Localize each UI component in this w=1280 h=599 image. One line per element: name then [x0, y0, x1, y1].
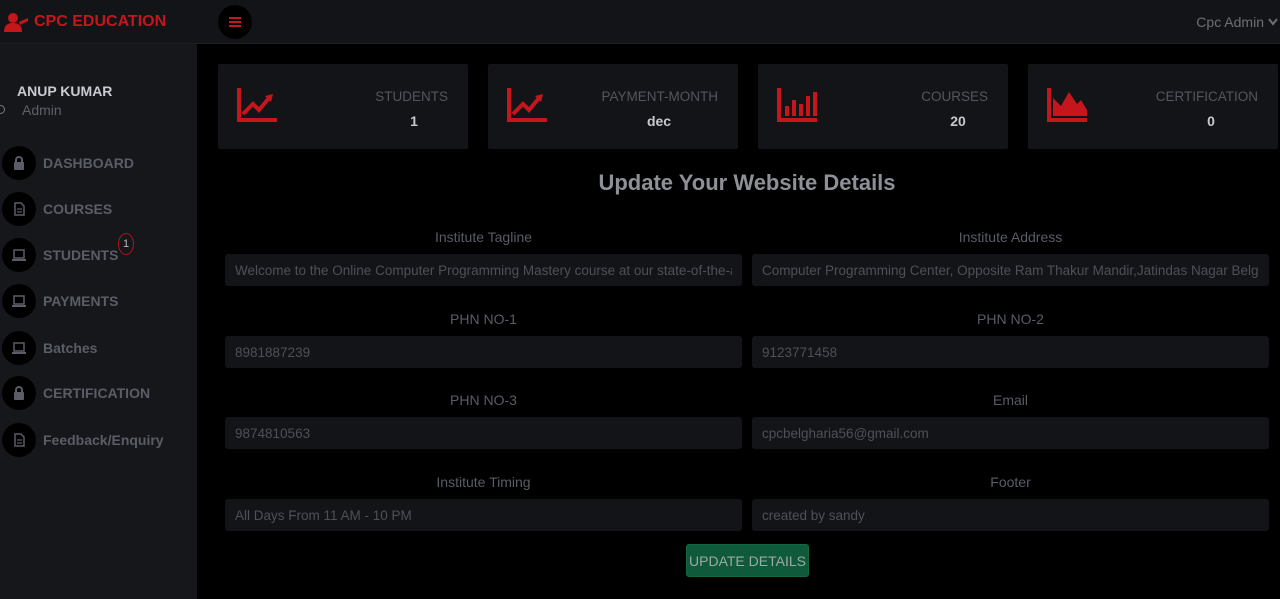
- sidebar-item-students[interactable]: STUDENTS 1: [2, 233, 192, 273]
- update-details-button[interactable]: UPDATE DETAILS: [686, 544, 809, 577]
- field-label-phone-2: PHN NO-2: [977, 311, 1044, 327]
- lock-icon: [2, 146, 36, 180]
- sidebar-item-label: STUDENTS: [43, 247, 119, 263]
- document-icon: [2, 192, 36, 226]
- sidebar-item-label: Batches: [43, 340, 98, 356]
- sidebar-item-label: CERTIFICATION: [43, 385, 151, 401]
- top-bar: CPC EDUCATION Cpc Admin: [0, 0, 1280, 44]
- field-label-email: Email: [992, 392, 1028, 408]
- sidebar-item-certification[interactable]: CERTIFICATION: [2, 375, 192, 411]
- field-label-address: Institute Address: [958, 229, 1063, 245]
- hamburger-icon: [229, 17, 241, 27]
- phone-3-input[interactable]: [225, 417, 742, 449]
- address-input[interactable]: [752, 254, 1269, 286]
- notification-badge: 1: [118, 233, 134, 255]
- sidebar-item-label: PAYMENTS: [43, 293, 119, 309]
- field-label-footer: Footer: [990, 474, 1031, 490]
- stat-card-label: PAYMENT-MONTH: [601, 89, 719, 104]
- user-menu[interactable]: Cpc Admin: [1196, 14, 1278, 30]
- sidebar-item-label: Feedback/Enquiry: [43, 432, 164, 448]
- stat-card-students: STUDENTS 1: [218, 64, 468, 149]
- field-label-tagline: Institute Tagline: [434, 229, 533, 245]
- phone-1-input[interactable]: [225, 336, 742, 368]
- bar-chart-icon: [777, 88, 817, 122]
- lock-icon: [2, 376, 36, 410]
- sidebar-item-label: DASHBOARD: [43, 155, 134, 171]
- sidebar-item-courses[interactable]: COURSES: [2, 191, 192, 227]
- stat-card-label: STUDENTS: [375, 89, 448, 104]
- timing-input[interactable]: [225, 499, 742, 531]
- stat-card-value: 1: [410, 113, 418, 129]
- line-chart-icon: [507, 88, 547, 122]
- profile-name: ANUP KUMAR: [17, 83, 113, 99]
- user-graduate-icon: [4, 13, 28, 32]
- sidebar: ANUP KUMAR Admin DASHBOARD COURSES STUDE…: [0, 44, 197, 599]
- menu-toggle-button[interactable]: [218, 5, 252, 39]
- field-label-phone-3: PHN NO-3: [450, 392, 517, 408]
- brand-logo[interactable]: CPC EDUCATION: [4, 10, 166, 34]
- sidebar-item-batches[interactable]: Batches: [2, 330, 192, 366]
- field-label-timing: Institute Timing: [436, 474, 531, 490]
- email-input[interactable]: [752, 417, 1269, 449]
- laptop-icon: [2, 238, 36, 272]
- stat-card-label: COURSES: [921, 89, 988, 104]
- laptop-icon: [2, 331, 36, 365]
- page-title: Update Your Website Details: [598, 170, 896, 195]
- stat-card-value: dec: [646, 113, 672, 129]
- stat-card-courses: COURSES 20: [758, 64, 1008, 149]
- document-icon: [2, 423, 36, 457]
- phone-2-input[interactable]: [752, 336, 1269, 368]
- brand-name: CPC EDUCATION: [34, 13, 167, 30]
- stat-card-value: 0: [1207, 113, 1215, 129]
- stat-card-value: 20: [950, 113, 966, 129]
- user-menu-label: Cpc Admin: [1196, 14, 1264, 30]
- line-chart-icon: [237, 88, 277, 122]
- stat-card-payment-month: PAYMENT-MONTH dec: [488, 64, 738, 149]
- sidebar-item-dashboard[interactable]: DASHBOARD: [2, 145, 192, 181]
- stat-card-label: CERTIFICATION: [1155, 89, 1258, 104]
- app-root: CPC EDUCATION Cpc Admin ANUP KUMAR Admin…: [0, 0, 1280, 599]
- stat-card-certification: CERTIFICATION 0: [1028, 64, 1278, 149]
- laptop-icon: [2, 284, 36, 318]
- field-label-phone-1: PHN NO-1: [450, 311, 517, 327]
- tagline-input[interactable]: [225, 254, 742, 286]
- profile-role: Admin: [22, 102, 62, 118]
- footer-input[interactable]: [752, 499, 1269, 531]
- online-status-icon: [0, 105, 5, 114]
- sidebar-item-label: COURSES: [43, 201, 113, 217]
- chevron-down-icon: [1268, 18, 1278, 26]
- sidebar-item-payments[interactable]: PAYMENTS: [2, 283, 192, 319]
- sidebar-item-feedback[interactable]: Feedback/Enquiry: [2, 422, 192, 458]
- area-chart-icon: [1047, 88, 1087, 122]
